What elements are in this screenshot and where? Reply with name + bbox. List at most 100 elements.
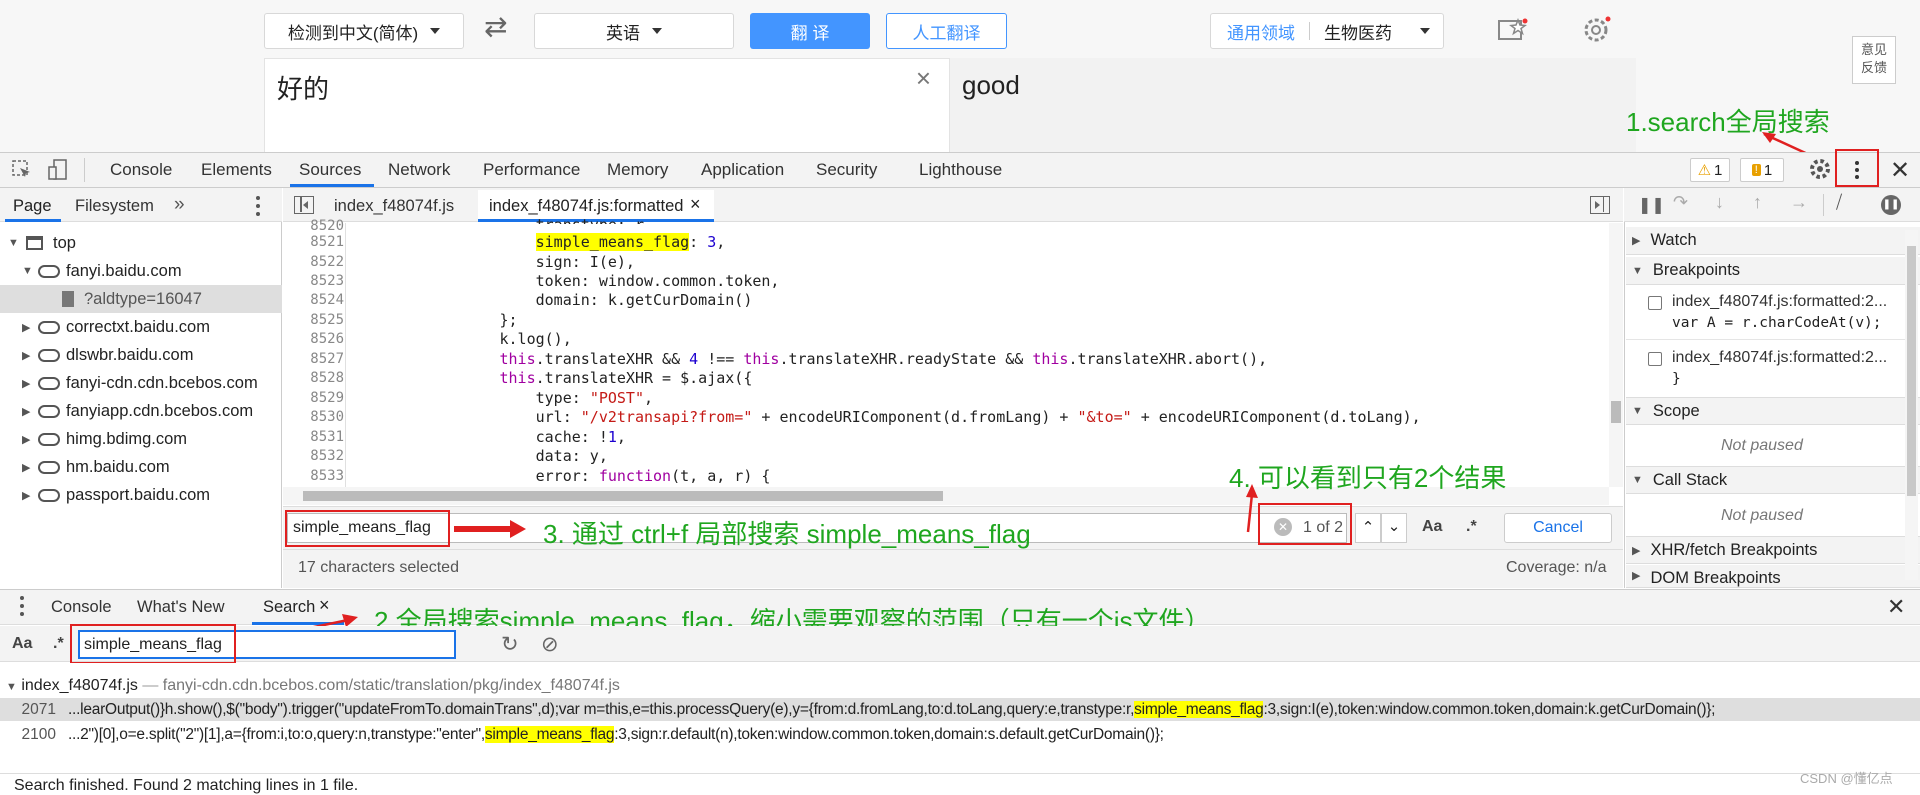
frame-icon [26, 236, 43, 250]
toggle-navigator-icon[interactable] [294, 196, 314, 214]
swap-icon[interactable]: ⇄ [484, 10, 507, 43]
tab-network[interactable]: Network [388, 160, 450, 180]
issues-badge[interactable]: ! 1 [1740, 158, 1784, 182]
search-match-case-button[interactable]: Aa [12, 635, 32, 653]
pause-on-exceptions-icon[interactable]: ❚❚ [1881, 195, 1901, 215]
cloud-icon [38, 376, 60, 390]
tab-application[interactable]: Application [701, 160, 784, 180]
favorite-star-icon[interactable] [1498, 17, 1528, 42]
tree-item-correctxt[interactable]: ▶ correctxt.baidu.com [0, 313, 282, 341]
result-2-text[interactable]: ...2")[0],o=e.split("2")[1],a={from:i,to… [68, 726, 1164, 744]
toggle-debugger-icon[interactable] [1590, 196, 1610, 214]
code-line-8521: simple_means_flag: 3, [535, 233, 726, 251]
tab-performance[interactable]: Performance [483, 160, 580, 180]
tab-memory[interactable]: Memory [607, 160, 668, 180]
drawer-menu-icon[interactable] [20, 596, 24, 616]
debugger-scrollbar[interactable] [1905, 230, 1918, 580]
tree-item-fanyi[interactable]: ▼ fanyi.baidu.com [0, 257, 282, 285]
result-2-pre: ...2")[0],o=e.split("2")[1],a={from:i,to… [68, 726, 485, 743]
tree-top[interactable]: ▼ top [0, 229, 282, 257]
debugger-toolbar [1624, 188, 1920, 222]
tree-item-passport[interactable]: ▶ passport.baidu.com [0, 481, 282, 509]
breakpoint-1-file[interactable]: index_f48074f.js:formatted:2... [1672, 293, 1887, 311]
warnings-badge[interactable]: ⚠ 1 [1690, 158, 1730, 182]
refresh-icon[interactable]: ↻ [501, 632, 519, 657]
tree-item-hm[interactable]: ▶ hm.baidu.com [0, 453, 282, 481]
dom-label: DOM Breakpoints [1650, 569, 1781, 587]
editor-tab-original[interactable]: index_f48074f.js [334, 197, 454, 216]
human-translate-button[interactable]: 人工翻译 [886, 13, 1007, 49]
expanded-triangle-icon: ▼ [1632, 405, 1643, 417]
annotation-box-menu [1835, 149, 1879, 187]
code-line-8523: token: window.common.token, [355, 272, 780, 290]
breakpoint-2-file[interactable]: index_f48074f.js:formatted:2... [1672, 349, 1887, 367]
collapsed-triangle-icon: ▶ [22, 377, 31, 390]
search-regex-button[interactable]: .* [53, 635, 64, 653]
deactivate-breakpoints-icon[interactable]: ⧸ [1836, 192, 1842, 213]
source-text-area[interactable]: 好的 × [264, 58, 950, 152]
tab-sources[interactable]: Sources [299, 160, 361, 180]
regex-button[interactable]: .* [1466, 518, 1477, 536]
step-over-icon[interactable]: ↷ [1673, 192, 1688, 213]
tab-page[interactable]: Page [13, 197, 52, 216]
scope-section[interactable]: ▼ Scope [1626, 397, 1920, 425]
domain-select[interactable]: 通用领域 生物医药 [1210, 13, 1444, 49]
breakpoint-2-checkbox[interactable] [1648, 352, 1662, 366]
tab-lighthouse[interactable]: Lighthouse [919, 160, 1002, 180]
xhr-breakpoints-section[interactable]: ▶ XHR/fetch Breakpoints [1626, 536, 1920, 564]
result-2-line: 2100 [21, 726, 56, 743]
match-case-button[interactable]: Aa [1422, 518, 1442, 536]
drawer-tab-console[interactable]: Console [51, 598, 112, 617]
call-stack-section[interactable]: ▼ Call Stack [1626, 466, 1920, 494]
step-icon[interactable]: → [1790, 192, 1808, 213]
previous-match-icon[interactable]: ⌃ [1355, 513, 1381, 543]
chevron-down-icon [652, 28, 662, 34]
step-out-icon[interactable]: ↑ [1753, 192, 1762, 213]
pause-icon[interactable]: ❚❚ [1638, 195, 1665, 215]
file-icon [62, 291, 74, 307]
page-tab-indicator [5, 219, 61, 222]
tree-item-himg[interactable]: ▶ himg.bdimg.com [0, 425, 282, 453]
clear-icon[interactable]: × [916, 63, 931, 94]
result-file-name: index_f48074f.js [21, 677, 138, 694]
tree-item-fanyiapp[interactable]: ▶ fanyiapp.cdn.bcebos.com [0, 397, 282, 425]
settings-gear-icon[interactable] [1808, 157, 1832, 181]
tree-item-dlswbr[interactable]: ▶ dlswbr.baidu.com [0, 341, 282, 369]
more-tabs-icon[interactable]: » [174, 194, 185, 216]
cancel-find-button[interactable]: Cancel [1504, 513, 1612, 543]
breakpoint-1-checkbox[interactable] [1648, 296, 1662, 310]
vertical-scrollbar[interactable] [1609, 223, 1623, 487]
tree-item-file-selected[interactable]: ?aldtype=16047 [0, 285, 282, 313]
navigator-menu-icon[interactable] [256, 196, 260, 216]
active-tab-indicator [290, 184, 374, 187]
source-language-select[interactable]: 检测到中文(简体) [264, 13, 464, 49]
clear-search-icon[interactable]: ⊘ [541, 632, 559, 657]
next-match-icon[interactable]: ⌄ [1381, 513, 1407, 543]
close-tab-icon[interactable]: × [690, 194, 701, 215]
tab-security[interactable]: Security [816, 160, 877, 180]
translate-button[interactable]: 翻 译 [750, 13, 870, 49]
feedback-button[interactable]: 意见 反馈 [1852, 36, 1896, 84]
close-devtools-icon[interactable]: ✕ [1890, 156, 1910, 185]
tree-item-fanyi-cdn[interactable]: ▶ fanyi-cdn.cdn.bcebos.com [0, 369, 282, 397]
tab-elements[interactable]: Elements [201, 160, 272, 180]
close-drawer-icon[interactable]: ✕ [1887, 594, 1905, 620]
tab-console[interactable]: Console [110, 160, 172, 180]
device-toolbar-icon[interactable] [48, 159, 68, 181]
issue-icon: ! [1751, 164, 1761, 176]
settings-gear-icon[interactable] [1582, 14, 1614, 46]
breakpoints-section[interactable]: ▼ Breakpoints [1626, 257, 1920, 285]
collapsed-triangle-icon: ▶ [22, 461, 31, 474]
call-stack-not-paused: Not paused [1721, 507, 1803, 524]
drawer-tab-whats-new[interactable]: What's New [137, 598, 225, 617]
result-file-header[interactable]: ▼ index_f48074f.js — fanyi-cdn.cdn.bcebo… [6, 677, 620, 695]
tree-label: hm.baidu.com [66, 457, 170, 476]
dom-breakpoints-section[interactable]: ▶ DOM Breakpoints [1626, 565, 1920, 588]
watch-section[interactable]: ▶ Watch [1626, 227, 1920, 255]
cloud-icon [38, 264, 60, 278]
target-language-select[interactable]: 英语 [534, 13, 734, 49]
tree-label: fanyiapp.cdn.bcebos.com [66, 401, 254, 420]
tab-filesystem[interactable]: Filesystem [75, 197, 154, 216]
step-into-icon[interactable]: ↓ [1715, 192, 1724, 213]
inspect-element-icon[interactable] [12, 160, 32, 180]
